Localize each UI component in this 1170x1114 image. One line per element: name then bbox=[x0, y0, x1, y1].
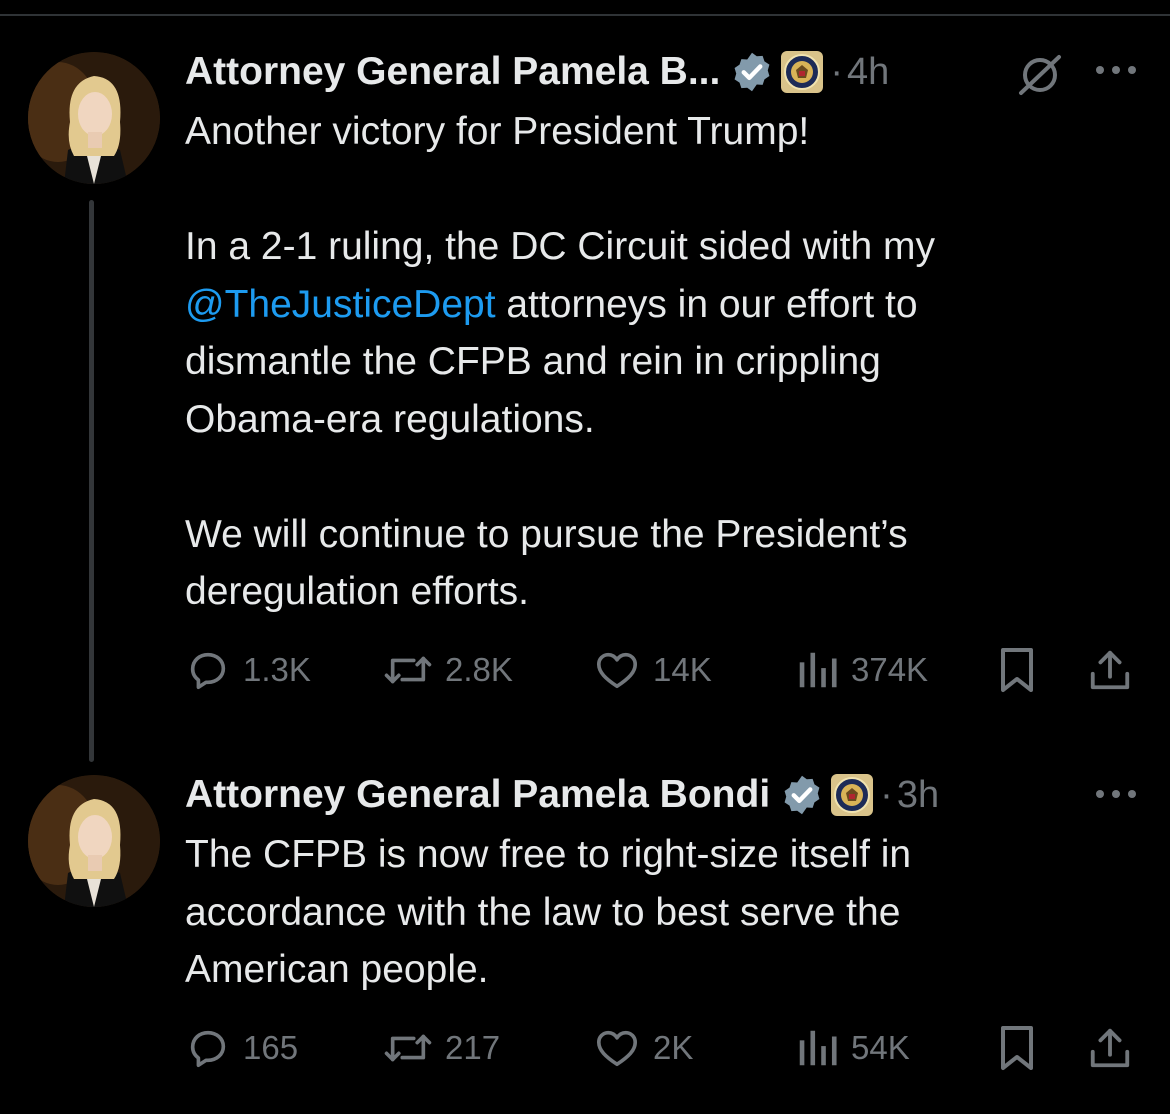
views-count: 54K bbox=[851, 1029, 910, 1066]
repost-icon bbox=[384, 1034, 432, 1062]
more-icon[interactable] bbox=[1093, 62, 1139, 78]
bookmark-icon bbox=[1001, 648, 1033, 692]
tweet-line-rest: attorneys in our effort to bbox=[495, 282, 918, 326]
views-count: 374K bbox=[851, 651, 929, 688]
tweet-header: Attorney General Pamela B... · 4h bbox=[185, 44, 889, 100]
time-separator: · bbox=[830, 50, 844, 93]
repost-button[interactable]: 217 bbox=[383, 1023, 500, 1073]
share-button[interactable] bbox=[1087, 645, 1133, 695]
tweet-actions: 165 217 2K 54K bbox=[185, 1023, 1140, 1073]
tweet-line: accordance with the law to best serve th… bbox=[185, 890, 901, 934]
repost-count: 217 bbox=[445, 1029, 501, 1066]
grok-icon[interactable] bbox=[1015, 50, 1065, 100]
like-count: 14K bbox=[653, 651, 712, 688]
share-button[interactable] bbox=[1087, 1023, 1133, 1073]
tweet-line: American people. bbox=[185, 948, 489, 991]
tweet-actions: 1.3K 2.8K 14K 374K bbox=[185, 645, 1140, 695]
reply-button[interactable]: 1.3K bbox=[185, 645, 311, 695]
views-button[interactable]: 374K bbox=[795, 645, 928, 695]
thread-connector-line bbox=[89, 200, 94, 762]
tweet-line: @TheJusticeDept attorneys in our effort … bbox=[185, 276, 1145, 334]
timestamp[interactable]: 4h bbox=[847, 51, 889, 94]
reply-count: 1.3K bbox=[243, 651, 311, 688]
tweet-text: Another victory for President Trump! In … bbox=[185, 103, 1145, 621]
tweet-line: We will continue to pursue the President… bbox=[185, 512, 908, 556]
views-icon bbox=[799, 652, 837, 688]
tweet-line: In a 2-1 ruling, the DC Circuit sided wi… bbox=[185, 225, 935, 268]
author-name[interactable]: Attorney General Pamela Bondi bbox=[185, 773, 770, 817]
author-name[interactable]: Attorney General Pamela B... bbox=[185, 50, 720, 94]
top-divider bbox=[0, 14, 1170, 16]
tweet-line: Obama-era regulations. bbox=[185, 397, 595, 441]
verified-badge-icon bbox=[734, 52, 770, 92]
share-icon bbox=[1090, 650, 1130, 690]
like-button[interactable]: 2K bbox=[593, 1023, 693, 1073]
like-count: 2K bbox=[653, 1029, 694, 1066]
avatar[interactable] bbox=[28, 775, 160, 907]
reply-button[interactable]: 165 bbox=[185, 1023, 298, 1073]
tweet-line: Another victory for President Trump! bbox=[185, 110, 810, 153]
repost-icon bbox=[384, 656, 432, 684]
repost-count: 2.8K bbox=[445, 651, 513, 688]
tweet-header: Attorney General Pamela Bondi · 3h bbox=[185, 767, 939, 823]
tweet-line: deregulation efforts. bbox=[185, 570, 530, 613]
timestamp[interactable]: 3h bbox=[897, 774, 939, 817]
tweet-line: The CFPB is now free to right-size itsel… bbox=[185, 833, 912, 876]
like-icon bbox=[596, 652, 638, 689]
mention-link[interactable]: @TheJusticeDept bbox=[185, 283, 496, 326]
bookmark-icon bbox=[1001, 1026, 1033, 1070]
like-button[interactable]: 14K bbox=[593, 645, 712, 695]
doj-seal-icon[interactable] bbox=[780, 50, 824, 94]
tweet-text: The CFPB is now free to right-size itsel… bbox=[185, 826, 1145, 999]
bookmark-button[interactable] bbox=[997, 645, 1037, 695]
repost-button[interactable]: 2.8K bbox=[383, 645, 513, 695]
reply-icon bbox=[190, 652, 226, 690]
verified-badge-icon bbox=[784, 775, 820, 815]
time-separator: · bbox=[880, 773, 893, 816]
tweet-line: dismantle the CFPB and rein in crippling bbox=[185, 340, 881, 383]
reply-icon bbox=[190, 1030, 226, 1068]
avatar[interactable] bbox=[28, 52, 160, 184]
views-icon bbox=[799, 1030, 837, 1066]
share-icon bbox=[1090, 1028, 1130, 1068]
views-button[interactable]: 54K bbox=[795, 1023, 910, 1073]
more-icon[interactable] bbox=[1093, 786, 1139, 802]
like-icon bbox=[596, 1030, 638, 1067]
doj-seal-icon[interactable] bbox=[830, 773, 874, 817]
bookmark-button[interactable] bbox=[997, 1023, 1037, 1073]
reply-count: 165 bbox=[243, 1029, 299, 1066]
